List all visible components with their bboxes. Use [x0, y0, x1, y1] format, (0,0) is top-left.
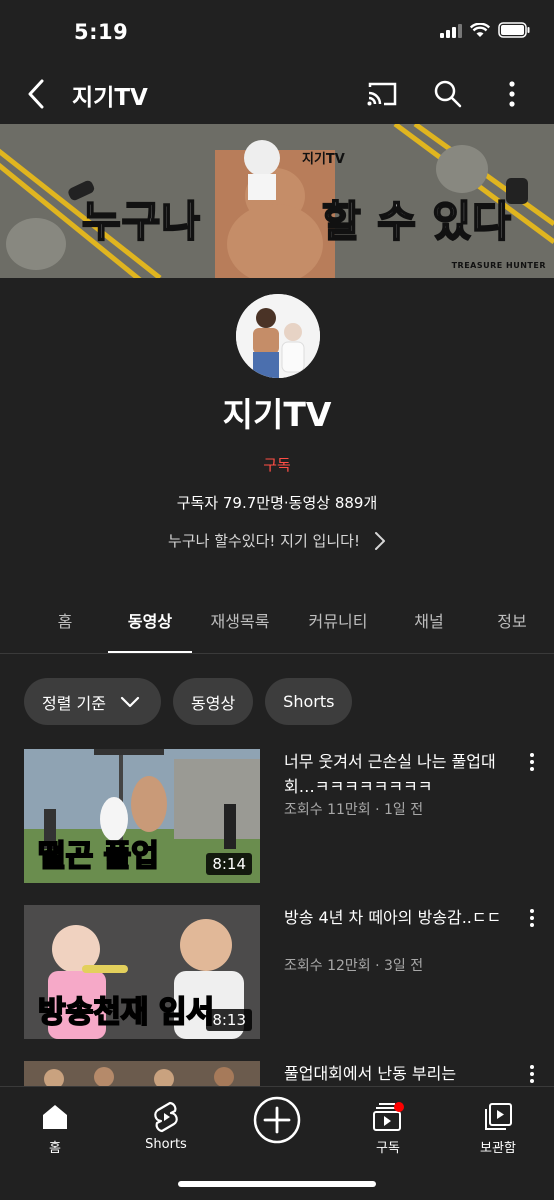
- nav-shorts-label: Shorts: [145, 1137, 187, 1152]
- channel-stats: 구독자 79.7만명·동영상 889개: [176, 494, 378, 512]
- video-duration: 8:13: [206, 1009, 252, 1031]
- subscribe-button[interactable]: 구독: [0, 454, 554, 475]
- tab-about[interactable]: 정보: [482, 608, 542, 632]
- page-title: 지기TV: [72, 85, 148, 111]
- nav-home-label: 홈: [49, 1141, 61, 1156]
- home-indicator[interactable]: [178, 1181, 376, 1187]
- thumbnail-caption: 방송천재 임서: [37, 994, 215, 1031]
- channel-banner: 누구나 할 수 있다 지기TV TREASURE HUNTER: [0, 124, 554, 278]
- cellular-signal-icon: [440, 23, 462, 42]
- banner-left-text: 누구나: [81, 196, 201, 247]
- app-bar: 지기TV: [0, 66, 554, 124]
- nav-home[interactable]: 홈: [15, 1097, 95, 1156]
- tab-home[interactable]: 홈: [30, 608, 100, 632]
- status-icons: [440, 22, 530, 42]
- thumbnail-caption: 떨곤 풀업: [37, 838, 160, 875]
- video-title[interactable]: 너무 웃겨서 근손실 나는 풀업대회…ㅋㅋㅋㅋㅋㅋㅋㅋ: [284, 749, 506, 799]
- video-thumbnail[interactable]: 방송천재 임서 8:13: [24, 905, 260, 1039]
- nav-shorts[interactable]: Shorts: [126, 1097, 206, 1152]
- status-time: 5:19: [74, 20, 129, 44]
- wifi-icon: [469, 22, 491, 42]
- tab-channels[interactable]: 채널: [392, 608, 466, 632]
- channel-name: 지기TV: [222, 395, 332, 434]
- channel-avatar[interactable]: [236, 294, 320, 378]
- library-icon: [485, 1103, 512, 1130]
- video-more-button[interactable]: [524, 753, 540, 777]
- video-meta: 조회수 11만회 · 1일 전: [284, 802, 424, 818]
- status-bar: 5:19: [0, 0, 554, 66]
- sort-chip[interactable]: 정렬 기준: [24, 678, 161, 725]
- nav-subscriptions-label: 구독: [376, 1141, 400, 1156]
- channel-description-text: 누구나 할수있다! 지기 입니다!: [168, 532, 360, 550]
- more-options-button[interactable]: [492, 74, 532, 114]
- banner-logo-text: 지기TV: [302, 152, 345, 167]
- chevron-down-icon: [120, 696, 140, 707]
- shorts-icon: [154, 1101, 178, 1133]
- active-tab-indicator: [108, 651, 192, 653]
- video-thumbnail[interactable]: 떨곤 풀업 8:14: [24, 749, 260, 883]
- channel-description[interactable]: 누구나 할수있다! 지기 입니다!: [0, 530, 554, 551]
- back-button[interactable]: [16, 74, 56, 114]
- banner-right-text: 할 수 있다: [321, 196, 512, 247]
- video-title[interactable]: 풀업대회에서 난동 부리는: [284, 1061, 506, 1086]
- video-item[interactable]: 방송천재 임서 8:13 방송 4년 차 떼아의 방송감..ㄷㄷ 조회수 12만…: [24, 905, 540, 1039]
- tab-videos[interactable]: 동영상: [108, 608, 192, 632]
- create-icon: [253, 1096, 301, 1144]
- nav-library-label: 보관함: [480, 1141, 516, 1156]
- tab-community[interactable]: 커뮤니티: [296, 608, 380, 632]
- home-icon: [43, 1105, 67, 1129]
- cast-button[interactable]: [362, 74, 402, 114]
- battery-icon: [498, 22, 530, 42]
- video-duration: 8:14: [206, 853, 252, 875]
- nav-subscriptions[interactable]: 구독: [348, 1097, 428, 1156]
- tab-playlists[interactable]: 재생목록: [200, 608, 280, 632]
- nav-create[interactable]: [237, 1091, 317, 1149]
- cast-icon: [367, 82, 397, 106]
- sort-chip-label: 정렬 기준: [42, 693, 106, 713]
- channel-tabs: 홈 동영상 재생목록 커뮤니티 채널 정보: [0, 594, 554, 654]
- videos-chip[interactable]: 동영상: [173, 678, 254, 725]
- banner-credit: TREASURE HUNTER: [451, 261, 546, 270]
- video-title[interactable]: 방송 4년 차 떼아의 방송감..ㄷㄷ: [284, 905, 506, 930]
- shorts-chip[interactable]: Shorts: [265, 678, 353, 725]
- filter-chips: 정렬 기준 동영상 Shorts: [24, 678, 353, 725]
- video-more-button[interactable]: [524, 909, 540, 933]
- avatar-image: [236, 294, 320, 378]
- subscriptions-icon: [373, 1102, 404, 1131]
- video-meta: 조회수 12만회 · 3일 전: [284, 958, 424, 974]
- chevron-left-icon: [28, 79, 44, 109]
- search-icon: [434, 80, 462, 108]
- more-vertical-icon: [509, 81, 515, 107]
- nav-library[interactable]: 보관함: [458, 1097, 538, 1156]
- video-item[interactable]: 떨곤 풀업 8:14 너무 웃겨서 근손실 나는 풀업대회…ㅋㅋㅋㅋㅋㅋㅋㅋ 조…: [24, 749, 540, 883]
- search-button[interactable]: [428, 74, 468, 114]
- chevron-right-icon: [374, 531, 385, 550]
